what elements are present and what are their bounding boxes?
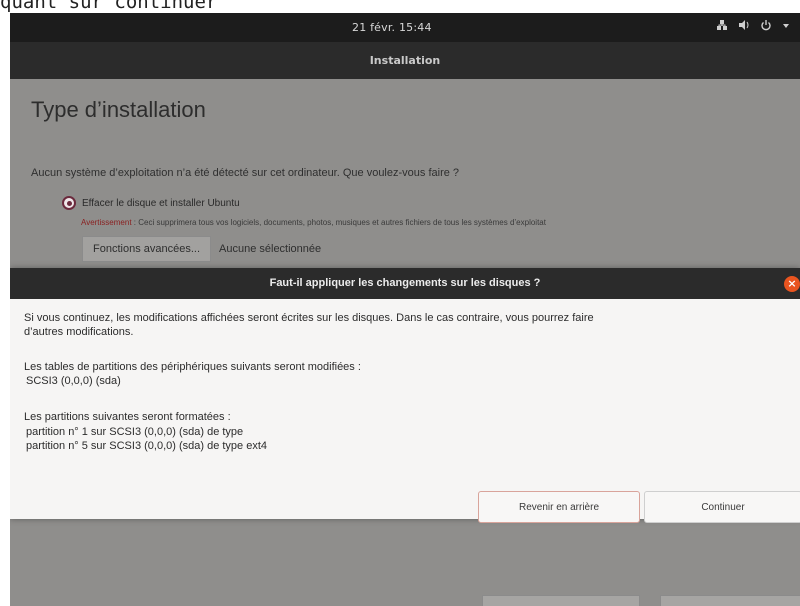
erase-warning: Avertissement : Ceci supprimera tous vos…	[81, 218, 546, 227]
volume-icon[interactable]	[738, 19, 750, 34]
close-icon[interactable]: ×	[784, 276, 800, 292]
top-bar: 21 févr. 15:44	[10, 13, 800, 42]
confirm-dialog: Faut-il appliquer les changements sur le…	[10, 268, 800, 523]
format-item-2: partition n° 5 sur SCSI3 (0,0,0) (sda) d…	[26, 440, 268, 452]
partition-tables-intro: Les tables de partitions des périphériqu…	[24, 361, 361, 373]
erase-disk-option[interactable]: Effacer le disque et installer Ubuntu	[62, 196, 240, 210]
screenshot-frame: quant sur continuer 21 févr. 15:44 Insta…	[0, 0, 800, 606]
radio-selected-icon[interactable]	[62, 196, 76, 210]
network-icon[interactable]	[716, 19, 728, 34]
dialog-paragraph-line1: Si vous continuez, les modifications aff…	[24, 312, 594, 324]
advanced-features-button[interactable]: Fonctions avancées...	[82, 236, 212, 262]
clock[interactable]: 21 févr. 15:44	[352, 21, 432, 34]
page-title: Type d’installation	[31, 97, 206, 122]
back-button-dimmed[interactable]	[482, 595, 640, 606]
dialog-paragraph-line2: d’autres modifications.	[24, 326, 134, 338]
warning-keyword: Avertissement	[81, 218, 132, 227]
chevron-down-icon[interactable]	[782, 20, 790, 33]
window-title: Installation	[10, 42, 800, 79]
format-intro: Les partitions suivantes seront formatée…	[24, 411, 231, 423]
dialog-title: Faut-il appliquer les changements sur le…	[10, 268, 800, 299]
advanced-features-value: Aucune sélectionnée	[219, 243, 322, 255]
install-button-dimmed[interactable]	[660, 595, 800, 606]
vm-screen: 21 févr. 15:44 Installation Type d’insta…	[10, 13, 800, 606]
go-back-button[interactable]: Revenir en arrière	[478, 491, 640, 523]
system-tray[interactable]	[716, 19, 790, 34]
installer-question: Aucun système d’exploitation n’a été dét…	[31, 167, 460, 179]
warning-text: : Ceci supprimera tous vos logiciels, do…	[131, 218, 546, 227]
partition-tables-item: SCSI3 (0,0,0) (sda)	[26, 375, 121, 387]
radio-dot	[66, 200, 72, 206]
power-icon[interactable]	[760, 19, 772, 34]
continue-button[interactable]: Continuer	[644, 491, 800, 523]
advanced-features-row: Fonctions avancées... Aucune sélectionné…	[82, 234, 321, 264]
outer-caption: quant sur continuer	[0, 0, 218, 13]
erase-disk-label: Effacer le disque et installer Ubuntu	[82, 197, 240, 209]
format-item-1: partition n° 1 sur SCSI3 (0,0,0) (sda) d…	[26, 426, 244, 438]
